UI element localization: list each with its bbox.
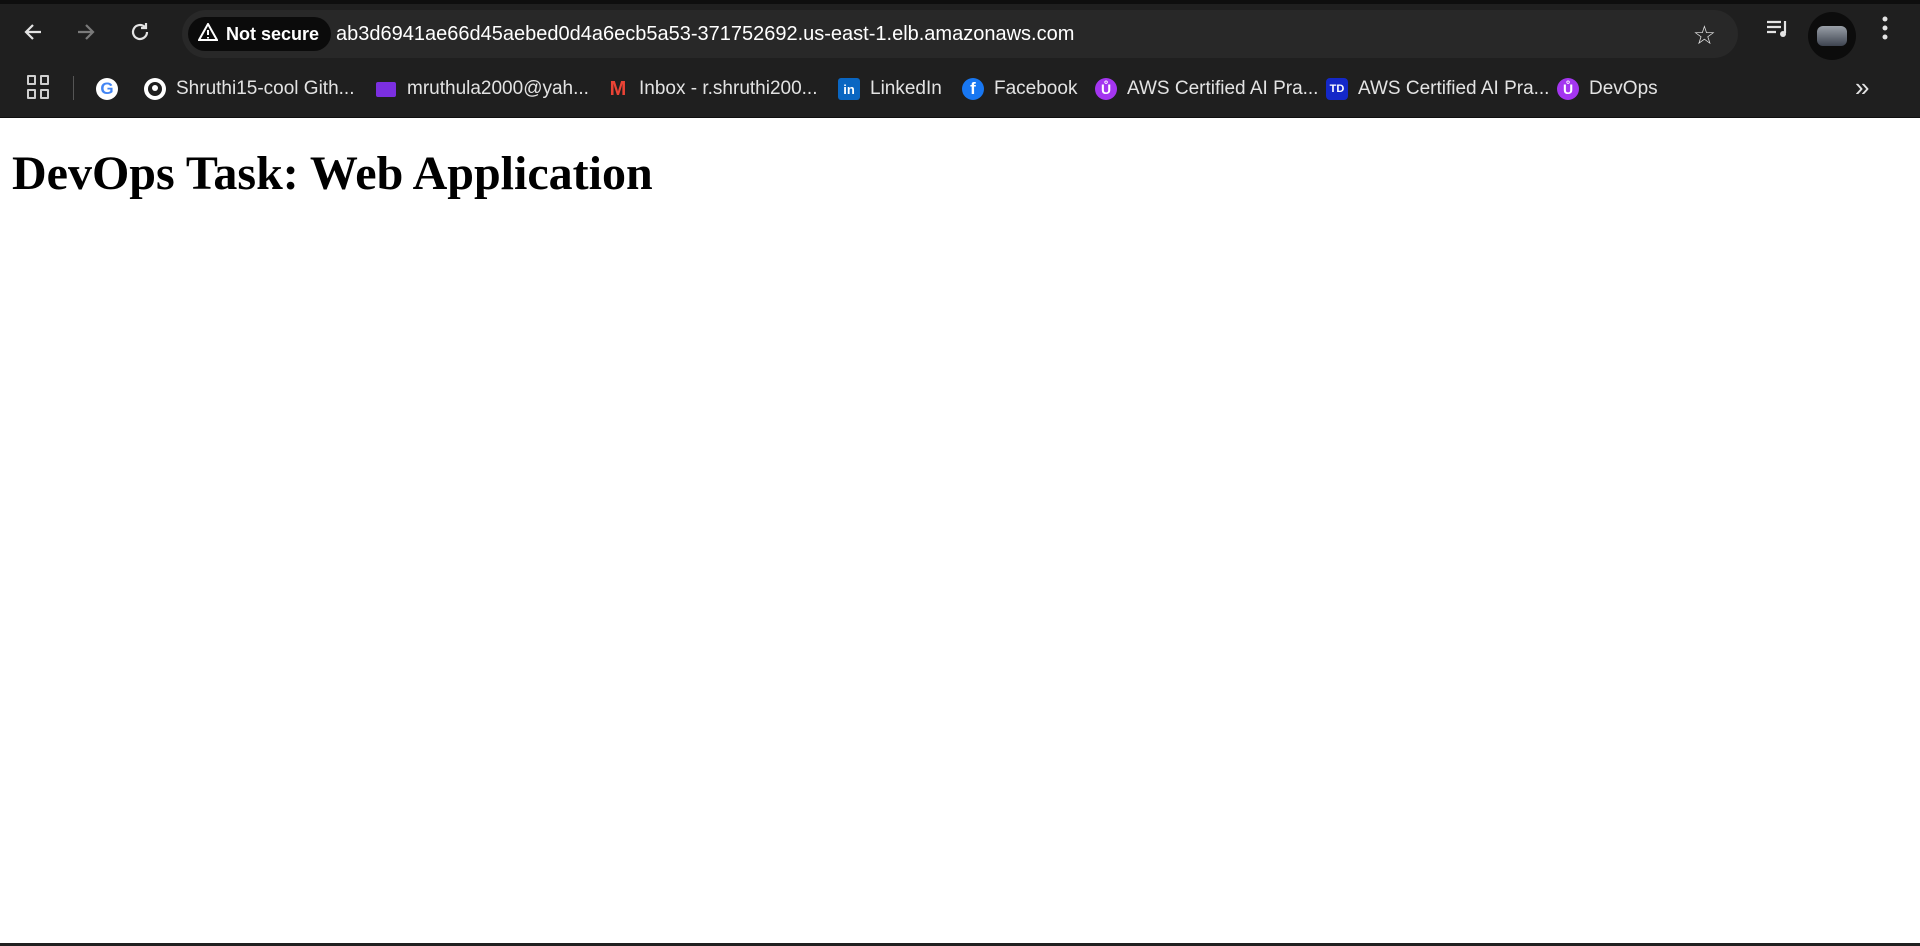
forward-arrow-icon[interactable] (68, 14, 104, 50)
back-arrow-icon[interactable] (15, 14, 51, 50)
bookmark-label: Facebook (994, 78, 1078, 99)
facebook-icon: f (962, 78, 984, 100)
apps-grid-icon[interactable] (27, 75, 51, 99)
udemy-icon: Ů (1557, 78, 1579, 100)
more-vert-icon[interactable] (1880, 14, 1890, 49)
bookmark-google[interactable]: G (96, 60, 118, 118)
security-indicator[interactable]: Not secure (188, 17, 332, 51)
bookmark-label: LinkedIn (870, 78, 942, 99)
bookmark-label: AWS Certified AI Pra... (1358, 78, 1550, 99)
profile-picture (1817, 26, 1847, 46)
star-icon[interactable]: ☆ (1693, 20, 1716, 51)
github-icon (144, 78, 166, 100)
bookmark-label: Inbox - r.shruthi200... (639, 78, 818, 99)
browser-toolbar: Not secure ab3d6941ae66d45aebed0d4a6ecb5… (0, 0, 1920, 60)
security-label: Not secure (226, 23, 320, 44)
bookmark-label: DevOps (1589, 78, 1658, 99)
bookmark-facebook[interactable]: f Facebook (962, 60, 1077, 118)
bookmarks-divider (73, 76, 74, 100)
bookmark-label: mruthula2000@yah... (407, 78, 589, 99)
bookmark-devops[interactable]: Ů DevOps (1557, 60, 1658, 118)
avatar[interactable] (1808, 12, 1856, 60)
bookmark-aws-tutorials-dojo[interactable]: TD AWS Certified AI Pra... (1326, 60, 1549, 118)
udemy-icon: Ů (1095, 78, 1117, 100)
media-controls-icon[interactable] (1765, 18, 1791, 47)
bookmark-yahoo-mail[interactable]: mruthula2000@yah... (375, 60, 589, 118)
bookmark-aws-udemy[interactable]: Ů AWS Certified AI Pra... (1095, 60, 1318, 118)
url-text[interactable]: ab3d6941ae66d45aebed0d4a6ecb5a53-3717526… (336, 23, 1074, 46)
gmail-icon: M (609, 77, 627, 100)
bookmark-gmail[interactable]: M Inbox - r.shruthi200... (607, 60, 818, 118)
google-icon: G (96, 78, 118, 100)
bookmark-label: AWS Certified AI Pra... (1127, 78, 1319, 99)
reload-icon[interactable] (122, 14, 158, 50)
yahoo-mail-icon (375, 78, 397, 100)
page-title: DevOps Task: Web Application (12, 147, 653, 200)
bookmark-github[interactable]: Shruthi15-cool Gith... (144, 60, 354, 118)
bookmarks-bar: G Shruthi15-cool Gith... mruthula2000@ya… (0, 60, 1920, 118)
bookmark-label: Shruthi15-cool Gith... (176, 78, 355, 99)
warning-icon (197, 21, 219, 46)
bookmark-linkedin[interactable]: in LinkedIn (838, 60, 942, 118)
more-bookmarks-icon[interactable]: » (1855, 72, 1869, 103)
linkedin-icon: in (838, 78, 860, 100)
address-bar[interactable]: Not secure ab3d6941ae66d45aebed0d4a6ecb5… (182, 10, 1738, 58)
tutorials-dojo-icon: TD (1326, 78, 1348, 100)
